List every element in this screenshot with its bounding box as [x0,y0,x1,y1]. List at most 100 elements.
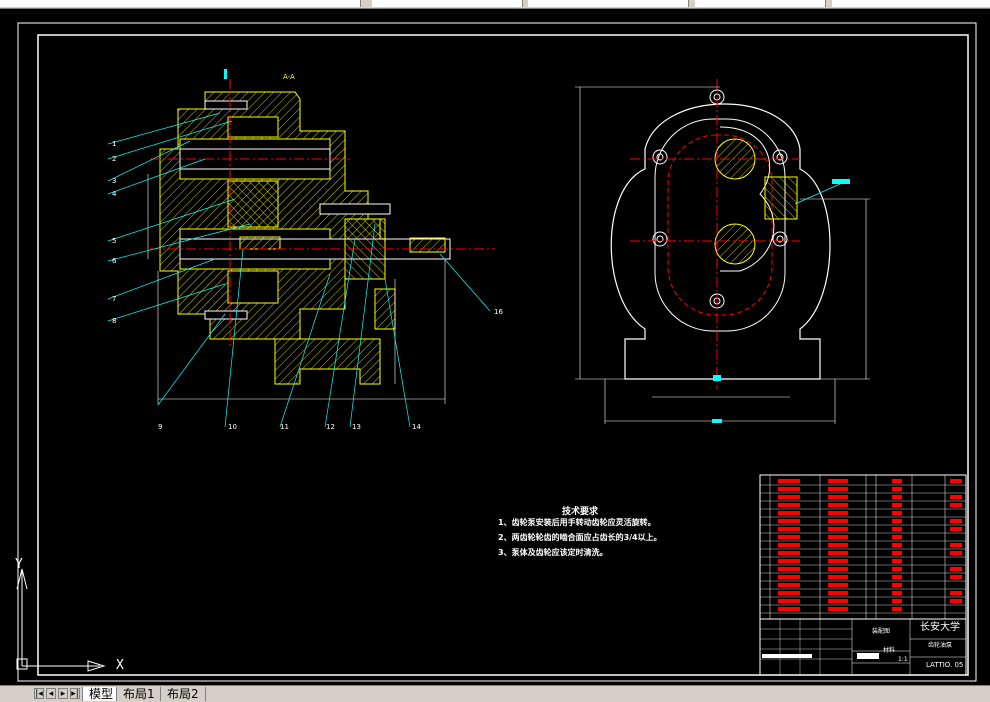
part-balloon-2: 2 [112,155,116,163]
bom-cell [778,567,800,571]
part-balloon-4: 4 [112,190,117,198]
bom-cell [778,511,800,515]
part-balloon-14: 14 [412,423,421,431]
bom-cell [828,479,848,483]
layout-tab-bar: |◂ ◂ ▸ ▸| 模型 布局1 布局2 [0,685,990,702]
bom-cell [778,583,800,587]
bom-cell [950,567,962,571]
ucs-y-label: Y [15,557,23,572]
command-field-1[interactable] [0,0,361,7]
bom-cell [828,503,848,507]
bom-cell [778,535,800,539]
toolbar-strip [0,0,990,9]
bom-cell [828,519,848,523]
part-balloon-9: 9 [158,423,162,431]
gear-key [239,236,281,250]
bom-cell [892,487,902,491]
bom-cell [828,599,848,603]
command-field-4[interactable] [695,0,826,7]
bom-cell [892,599,902,603]
upper-gear-slot [227,116,279,138]
bom-cell [892,543,902,547]
part-balloon-16: 16 [494,308,503,316]
bom-cell [778,599,800,603]
command-field-3[interactable] [528,0,689,7]
top-screw [204,100,248,110]
outlet-port [764,176,798,220]
bom-cell [950,599,962,603]
shaft-key [409,237,446,253]
tech-req-item-1: 1、齿轮泵安装后用手转动齿轮应灵活旋转。 [498,518,656,527]
bom-cell [892,495,902,499]
bom-cell [778,551,800,555]
bom-cell [778,527,800,531]
prev-tab-button[interactable]: ◂ [46,688,56,699]
bom-cell [892,535,902,539]
command-field-2[interactable] [372,0,523,7]
bom-cell [950,551,962,555]
part-balloon-5: 5 [112,237,116,245]
scale-value: 1:1 [898,656,908,663]
last-tab-button[interactable]: ▸| [70,688,80,699]
bom-cell [892,503,902,507]
tab-layout2[interactable]: 布局2 [160,687,206,701]
tab-layout1[interactable]: 布局1 [116,687,162,701]
bom-cell [950,575,962,579]
svg-text:A-A: A-A [283,73,295,81]
part-balloon-1: 1 [112,140,116,148]
part-balloon-13: 13 [352,423,361,431]
front-view [575,79,870,424]
bom-cell [892,519,902,523]
bom-cell [778,479,800,483]
bom-cell [950,519,962,523]
gear-mesh [227,180,279,228]
bom-cell [828,511,848,515]
ucs-icon [16,568,106,672]
first-tab-button[interactable]: |◂ [34,688,44,699]
bom-cell [950,503,962,507]
part-balloon-11: 11 [280,423,289,431]
bom-cell [778,519,800,523]
bom-cell [950,591,962,595]
bom-cell [778,559,800,563]
bom-cell [828,551,848,555]
parts-list [759,474,967,620]
bom-cell [778,591,800,595]
bom-cell [778,543,800,547]
bom-cell [892,591,902,595]
lower-gear [714,223,756,265]
bom-cell [950,527,962,531]
section-view: A-A [107,69,495,428]
bom-cell [828,559,848,563]
command-field-5[interactable] [832,0,990,7]
part-balloon-12: 12 [326,423,335,431]
bom-cell [828,591,848,595]
bom-cell [828,495,848,499]
part-balloon-10: 10 [228,423,237,431]
bolt [319,203,391,215]
bom-cell [892,511,902,515]
bom-cell [892,583,902,587]
ucs-x-label: X [116,658,124,673]
bom-cell [892,479,902,483]
bottom-screw [204,310,248,320]
material-label: 材料 [883,647,896,654]
bom-cell [778,487,800,491]
model-viewport[interactable]: A-A 123456789101112131416 [0,9,990,685]
bom-cell [828,527,848,531]
packing-nut [374,288,396,330]
bom-cell [828,583,848,587]
drawing-canvas[interactable]: A-A 123456789 10 11 12 13 1416 [0,9,990,685]
next-tab-button[interactable]: ▸ [58,688,68,699]
bom-cell [778,575,800,579]
tab-model[interactable]: 模型 [82,687,121,701]
drawing-name: 装配图 [872,628,891,635]
tech-req-item-3: 3、泵体及齿轮应该定时清洗。 [498,548,608,557]
part-balloon-6: 6 [112,257,117,265]
bom-cell [778,503,800,507]
bom-cell [892,527,902,531]
base-section [274,338,381,385]
lower-gear-slot [227,270,279,304]
bom-cell [828,567,848,571]
bom-cell [892,559,902,563]
